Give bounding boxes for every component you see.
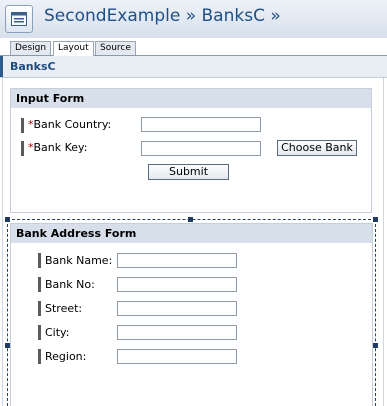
page-title: BanksC <box>10 60 56 73</box>
resize-handle-top-right[interactable] <box>373 217 378 222</box>
title-bar: SecondExample » BanksC » <box>0 0 387 39</box>
header-accent <box>0 56 3 77</box>
bank-country-input[interactable] <box>141 117 261 132</box>
form-icon[interactable] <box>5 5 33 33</box>
resize-handle-top[interactable] <box>188 217 193 222</box>
tab-design[interactable]: Design <box>10 41 52 55</box>
tab-layout[interactable]: Layout <box>53 41 94 56</box>
resize-handle-left[interactable] <box>5 343 10 348</box>
bank-country-label: *Bank Country: <box>28 118 112 131</box>
selection-outline <box>7 219 376 406</box>
bank-key-input[interactable] <box>141 141 261 156</box>
bank-key-label: *Bank Key: <box>28 141 88 154</box>
input-form-panel: Input Form *Bank Country: *Bank Key: Cho… <box>10 88 372 213</box>
content-right-border <box>383 78 384 406</box>
submit-button[interactable]: Submit <box>148 164 229 180</box>
tab-strip: Design Layout Source <box>0 38 387 56</box>
resize-handle-top-left[interactable] <box>5 217 10 222</box>
tab-source[interactable]: Source <box>95 41 136 55</box>
resize-handle-right[interactable] <box>373 343 378 348</box>
input-form-title: Input Form <box>11 89 371 108</box>
content-left-border <box>2 78 3 406</box>
window-title: SecondExample » BanksC » <box>44 6 281 26</box>
field-marker <box>21 141 24 156</box>
choose-bank-button[interactable]: Choose Bank <box>277 140 357 156</box>
page-header: BanksC <box>0 56 387 78</box>
field-marker <box>21 118 24 133</box>
